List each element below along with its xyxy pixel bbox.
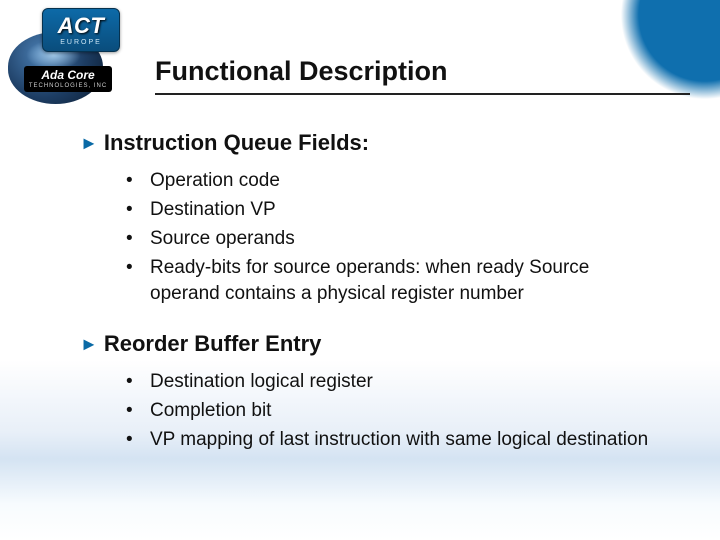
list-item: • Destination VP (126, 197, 650, 223)
item-text: VP mapping of last instruction with same… (150, 427, 650, 453)
bullet-icon: • (126, 427, 136, 453)
bullet-icon: • (126, 197, 136, 223)
slide-content: Functional Description ► Instruction Que… (0, 0, 720, 540)
triangle-bullet-icon: ► (80, 129, 98, 157)
list-item: • VP mapping of last instruction with sa… (126, 427, 650, 453)
section-heading: ► Instruction Queue Fields: (80, 129, 650, 158)
bullet-icon: • (126, 398, 136, 424)
item-text: Completion bit (150, 398, 650, 424)
list-item: • Ready-bits for source operands: when r… (126, 255, 650, 306)
bullet-icon: • (126, 168, 136, 194)
item-list: • Operation code • Destination VP • Sour… (126, 168, 650, 306)
bullet-icon: • (126, 369, 136, 395)
list-item: • Completion bit (126, 398, 650, 424)
section-reorder-buffer: ► Reorder Buffer Entry • Destination log… (80, 330, 650, 453)
section-heading-text: Instruction Queue Fields: (104, 129, 369, 158)
bullet-icon: • (126, 255, 136, 281)
section-heading: ► Reorder Buffer Entry (80, 330, 650, 359)
list-item: • Operation code (126, 168, 650, 194)
section-instruction-queue: ► Instruction Queue Fields: • Operation … (80, 129, 650, 306)
triangle-bullet-icon: ► (80, 330, 98, 358)
section-heading-text: Reorder Buffer Entry (104, 330, 322, 359)
item-text: Ready-bits for source operands: when rea… (150, 255, 650, 306)
slide-title: Functional Description (155, 55, 690, 95)
bullet-icon: • (126, 226, 136, 252)
list-item: • Destination logical register (126, 369, 650, 395)
item-text: Destination logical register (150, 369, 650, 395)
item-text: Operation code (150, 168, 650, 194)
item-list: • Destination logical register • Complet… (126, 369, 650, 453)
list-item: • Source operands (126, 226, 650, 252)
item-text: Source operands (150, 226, 650, 252)
item-text: Destination VP (150, 197, 650, 223)
